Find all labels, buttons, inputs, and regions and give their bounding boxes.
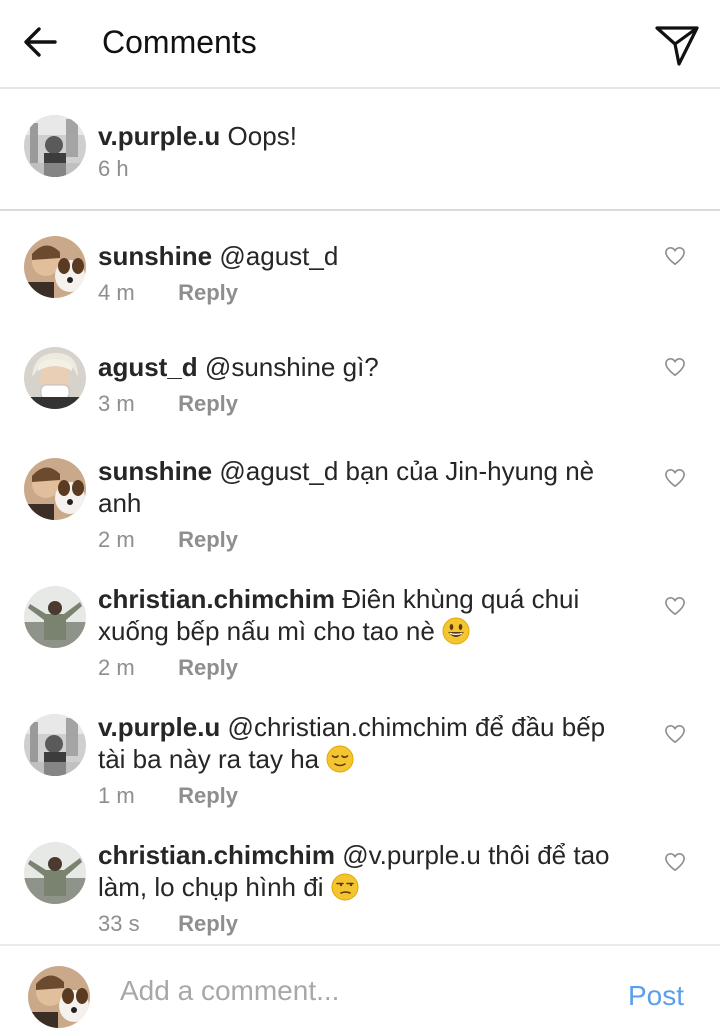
avatar[interactable] — [24, 236, 86, 298]
comment-text: @agust_d — [219, 241, 339, 271]
unamused-face-emoji — [331, 873, 359, 901]
username-link[interactable]: v.purple.u — [98, 712, 220, 742]
avatar[interactable] — [24, 458, 86, 520]
username-link[interactable]: christian.chimchim — [98, 584, 335, 614]
reply-button[interactable]: Reply — [178, 391, 238, 416]
timestamp: 33 s — [98, 911, 140, 936]
username-link[interactable]: sunshine — [98, 241, 212, 271]
comment-text: @sunshine gì? — [204, 352, 379, 382]
reply-button[interactable]: Reply — [178, 280, 238, 305]
heart-icon[interactable] — [664, 468, 686, 488]
comment-input[interactable] — [118, 970, 602, 1012]
heart-icon[interactable] — [664, 596, 686, 616]
avatar[interactable] — [24, 347, 86, 409]
arrow-left-icon[interactable] — [22, 24, 58, 60]
post-caption: v.purple.u Oops! 6 h — [0, 89, 720, 211]
username-link[interactable]: v.purple.u — [98, 121, 220, 151]
timestamp: 2 m — [98, 655, 135, 680]
reply-button[interactable]: Reply — [178, 783, 238, 808]
username-link[interactable]: sunshine — [98, 456, 212, 486]
reply-button[interactable]: Reply — [178, 655, 238, 680]
timestamp: 6 h — [98, 156, 129, 181]
timestamp: 4 m — [98, 280, 135, 305]
heart-icon[interactable] — [664, 852, 686, 872]
current-user-avatar — [28, 966, 90, 1028]
reply-button[interactable]: Reply — [178, 911, 238, 936]
timestamp: 3 m — [98, 391, 135, 416]
page-title: Comments — [102, 24, 257, 60]
heart-icon[interactable] — [664, 724, 686, 744]
username-link[interactable]: agust_d — [98, 352, 198, 382]
caption-text: Oops! — [227, 121, 297, 151]
paper-plane-icon[interactable] — [654, 22, 700, 68]
post-button[interactable]: Post — [628, 980, 684, 1012]
comment-composer: Post — [0, 944, 720, 1036]
username-link[interactable]: christian.chimchim — [98, 840, 335, 870]
reply-button[interactable]: Reply — [178, 527, 238, 552]
avatar[interactable] — [24, 115, 86, 177]
header-bar: Comments — [0, 0, 720, 89]
timestamp: 1 m — [98, 783, 135, 808]
avatar[interactable] — [24, 842, 86, 904]
grinning-face-emoji — [442, 617, 470, 645]
heart-icon[interactable] — [664, 357, 686, 377]
avatar[interactable] — [24, 586, 86, 648]
avatar[interactable] — [24, 714, 86, 776]
relieved-face-emoji — [326, 745, 354, 773]
heart-icon[interactable] — [664, 246, 686, 266]
timestamp: 2 m — [98, 527, 135, 552]
